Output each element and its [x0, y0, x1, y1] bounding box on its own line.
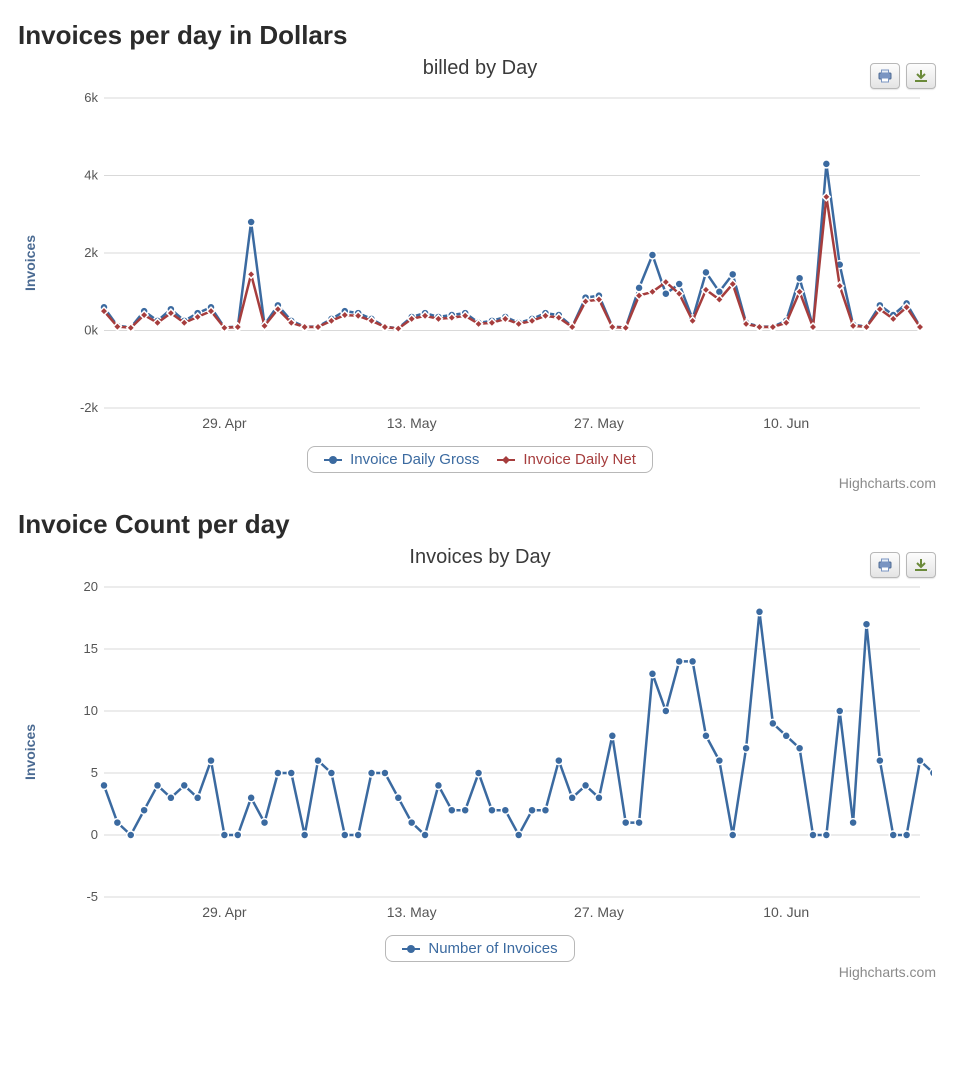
- print-button[interactable]: [870, 552, 900, 578]
- chart-dollars: billed by Day Invoices -2k 0k 2k 4k 6k 29. Ap…: [18, 57, 942, 491]
- yaxis-label: Invoices: [22, 724, 38, 780]
- svg-text:29. Apr: 29. Apr: [202, 904, 247, 920]
- section-title-count: Invoice Count per day: [18, 509, 942, 540]
- yaxis-label: Invoices: [22, 235, 38, 291]
- credit-link[interactable]: Highcharts.com: [18, 964, 936, 980]
- credit-link[interactable]: Highcharts.com: [18, 475, 936, 491]
- legend-count: Number of Invoices: [18, 935, 942, 962]
- svg-text:13. May: 13. May: [387, 904, 437, 920]
- chart-toolbar: [870, 63, 936, 89]
- svg-text:10: 10: [84, 703, 98, 718]
- legend-item-net[interactable]: Invoice Daily Net: [497, 451, 636, 468]
- legend-label: Invoice Daily Net: [523, 451, 636, 468]
- svg-text:0k: 0k: [84, 323, 98, 338]
- legend-dollars: Invoice Daily Gross Invoice Daily Net: [18, 446, 942, 473]
- print-button[interactable]: [870, 63, 900, 89]
- chart-count: Invoices by Day Invoices -5 0 5 10 15 20 29. A…: [18, 546, 942, 980]
- legend-item-count[interactable]: Number of Invoices: [402, 940, 557, 957]
- svg-text:27. May: 27. May: [574, 904, 624, 920]
- svg-text:-5: -5: [86, 889, 98, 904]
- download-icon: [913, 69, 929, 83]
- svg-text:10. Jun: 10. Jun: [763, 415, 809, 431]
- chart-title-count: Invoices by Day: [18, 546, 942, 569]
- chart-toolbar: [870, 552, 936, 578]
- svg-text:2k: 2k: [84, 245, 98, 260]
- download-icon: [913, 558, 929, 572]
- print-icon: [877, 69, 893, 83]
- svg-text:0: 0: [91, 827, 98, 842]
- svg-text:6k: 6k: [84, 90, 98, 105]
- svg-text:27. May: 27. May: [574, 415, 624, 431]
- svg-text:5: 5: [91, 765, 98, 780]
- print-icon: [877, 558, 893, 572]
- legend-item-gross[interactable]: Invoice Daily Gross: [324, 451, 479, 468]
- legend-label: Number of Invoices: [428, 940, 557, 957]
- plot-area-dollars[interactable]: Invoices -2k0k2k4k6k29. Apr13. May27. Ma…: [74, 88, 932, 438]
- svg-text:29. Apr: 29. Apr: [202, 415, 247, 431]
- section-title-dollars: Invoices per day in Dollars: [18, 20, 942, 51]
- svg-text:-2k: -2k: [80, 400, 99, 415]
- svg-text:13. May: 13. May: [387, 415, 437, 431]
- svg-text:4k: 4k: [84, 168, 98, 183]
- legend-label: Invoice Daily Gross: [350, 451, 479, 468]
- svg-text:10. Jun: 10. Jun: [763, 904, 809, 920]
- svg-text:20: 20: [84, 579, 98, 594]
- plot-area-count[interactable]: Invoices -50510152029. Apr13. May27. May…: [74, 577, 932, 927]
- export-button[interactable]: [906, 552, 936, 578]
- svg-text:15: 15: [84, 641, 98, 656]
- chart-title-dollars: billed by Day: [18, 57, 942, 80]
- export-button[interactable]: [906, 63, 936, 89]
